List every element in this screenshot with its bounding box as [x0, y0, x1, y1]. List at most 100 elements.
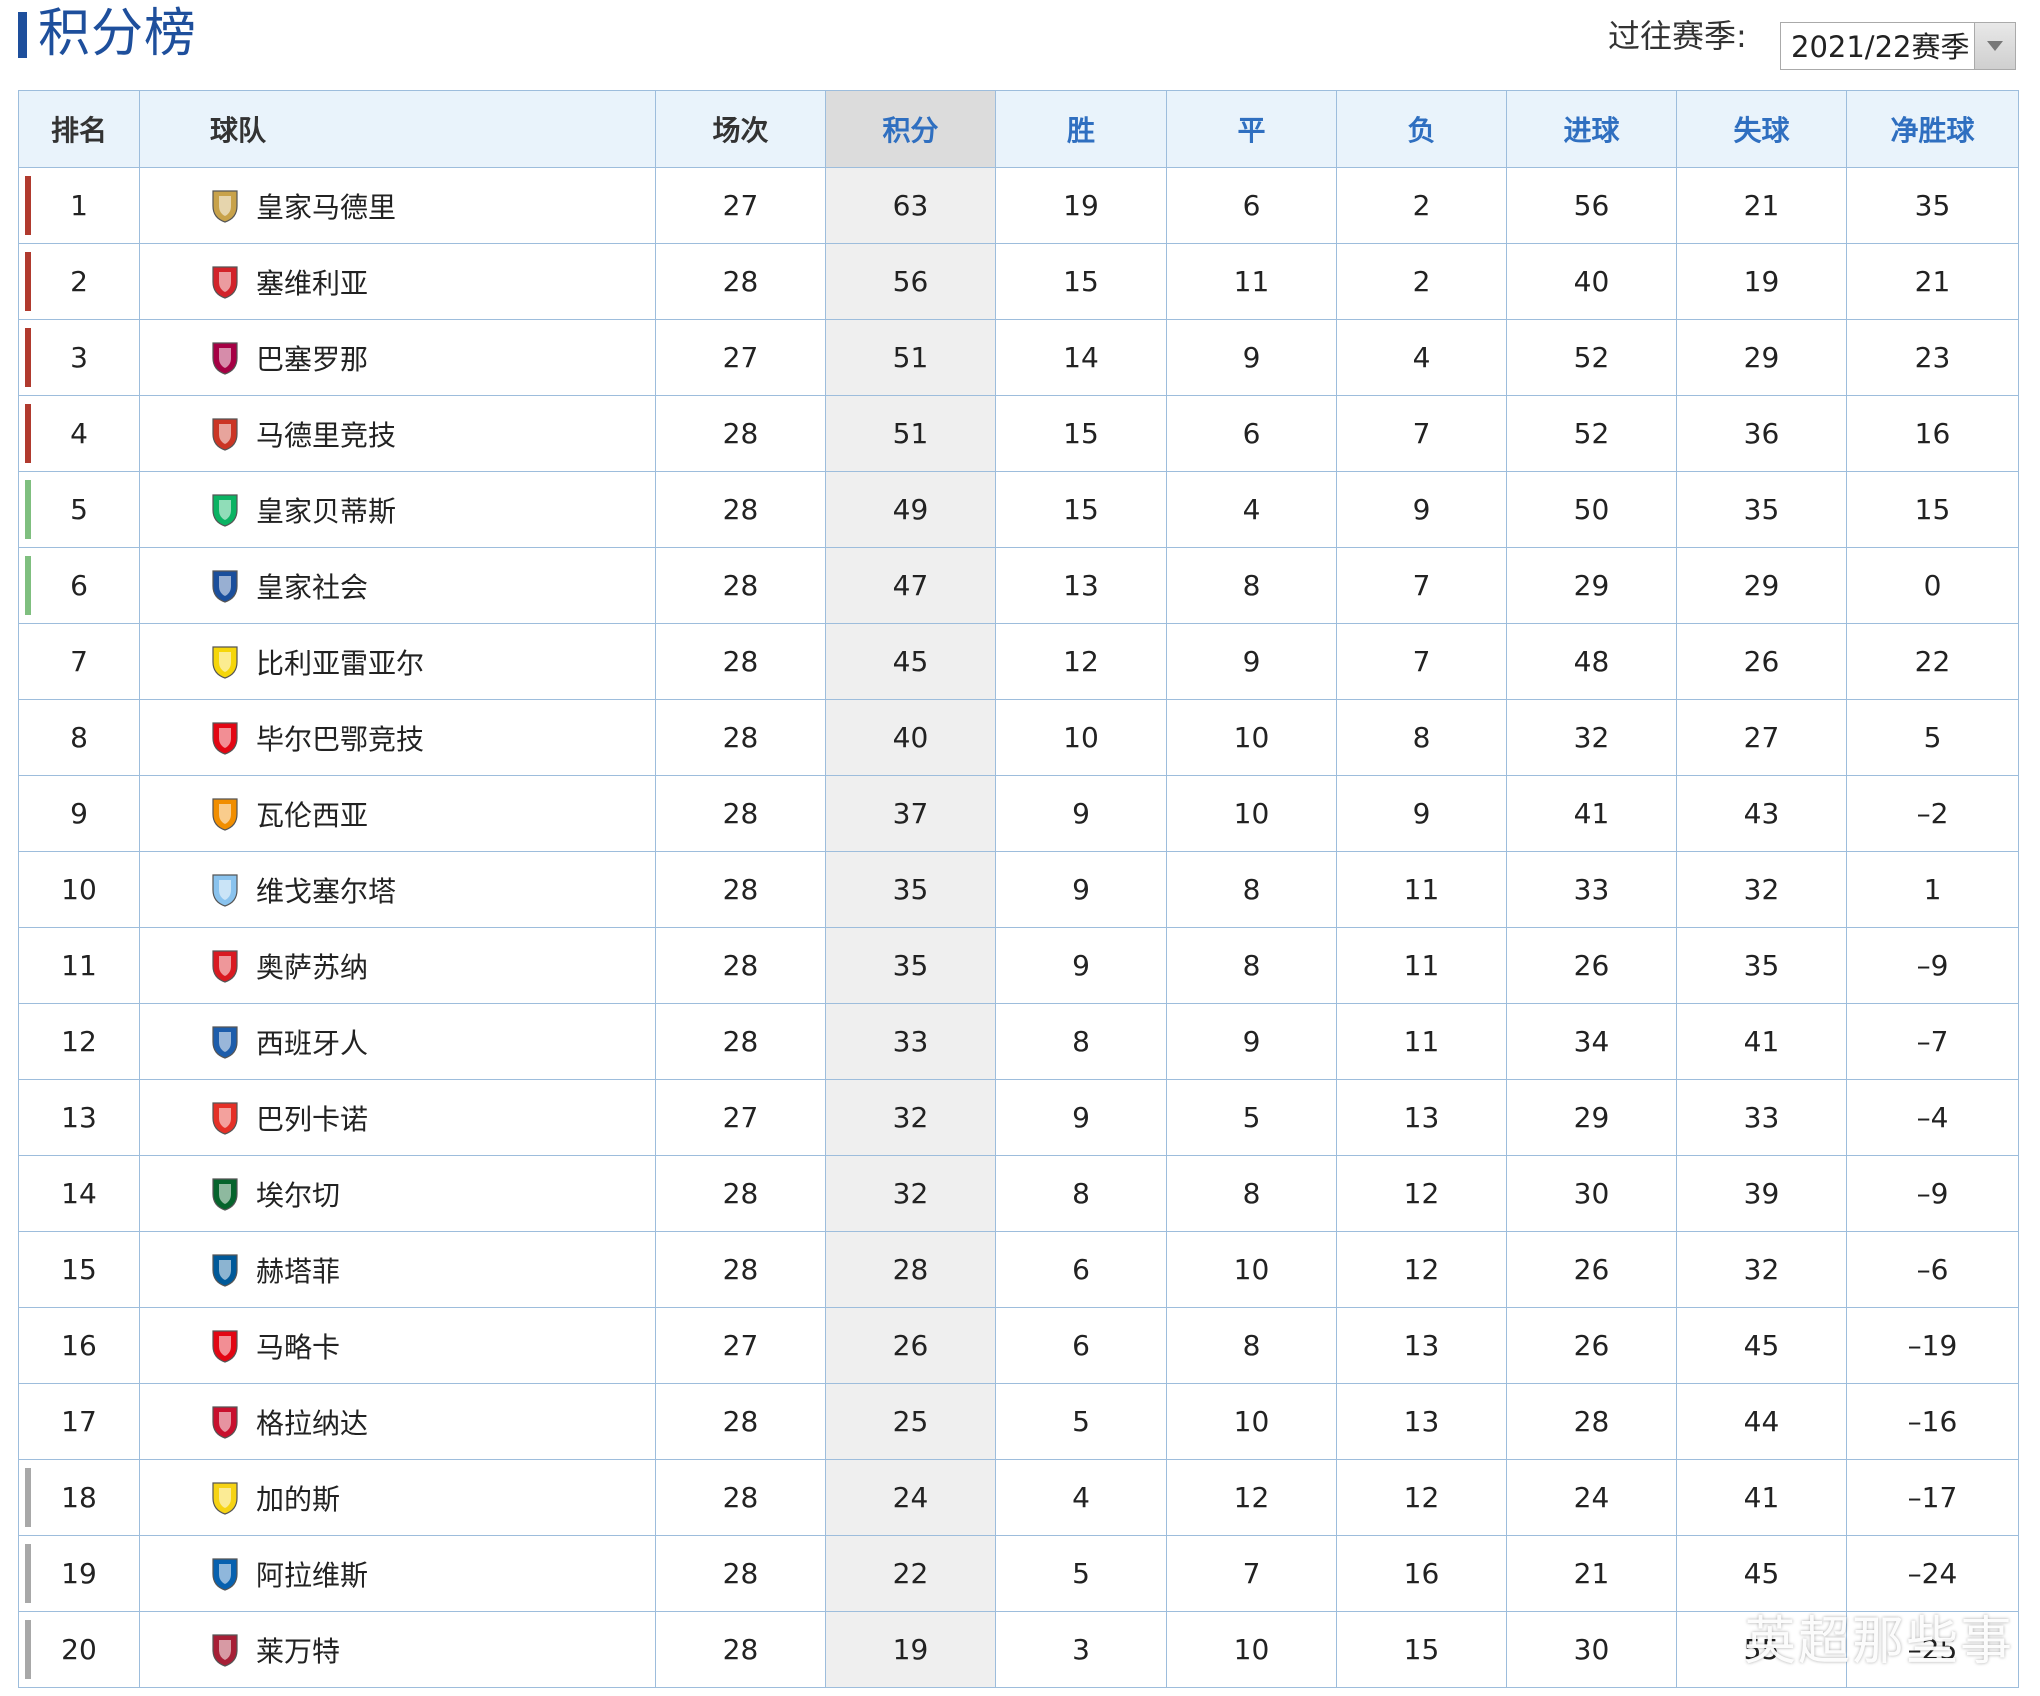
- goal-difference-cell: 1: [1846, 851, 2019, 928]
- season-dropdown-button[interactable]: [1974, 23, 2015, 69]
- rank-value: 15: [61, 1253, 97, 1286]
- won-cell: 9: [995, 1079, 1167, 1156]
- lost-cell: 13: [1336, 1383, 1507, 1460]
- col-header-won[interactable]: 胜: [995, 90, 1167, 168]
- col-header-goal-difference[interactable]: 净胜球: [1846, 90, 2019, 168]
- zone-indicator-europa: [25, 556, 31, 615]
- team-name[interactable]: 西班牙人: [256, 1022, 368, 1062]
- team-name[interactable]: 马略卡: [256, 1326, 340, 1366]
- team-cell[interactable]: 马略卡: [139, 1307, 656, 1384]
- points-cell: 25: [825, 1383, 996, 1460]
- team-name[interactable]: 加的斯: [256, 1478, 340, 1518]
- team-name[interactable]: 毕尔巴鄂竞技: [256, 718, 424, 758]
- team-name[interactable]: 皇家社会: [256, 566, 368, 606]
- col-header-rank[interactable]: 排名: [18, 90, 140, 168]
- points-cell: 40: [825, 699, 996, 776]
- table-row[interactable]: 10 维戈塞尔塔 28 35 9 8 11 33 32 1: [18, 851, 2019, 928]
- season-select[interactable]: 2021/22赛季: [1780, 22, 2016, 70]
- table-row[interactable]: 9 瓦伦西亚 28 37 9 10 9 41 43 –2: [18, 775, 2019, 852]
- col-header-drawn[interactable]: 平: [1166, 90, 1337, 168]
- team-cell[interactable]: 维戈塞尔塔: [139, 851, 656, 928]
- table-row[interactable]: 13 巴列卡诺 27 32 9 5 13 29 33 –4: [18, 1079, 2019, 1156]
- goals-for-cell: 34: [1506, 1003, 1677, 1080]
- mallorca-badge-icon: [212, 1329, 238, 1363]
- team-cell[interactable]: 阿拉维斯: [139, 1535, 656, 1612]
- goals-for-cell: 24: [1506, 1459, 1677, 1536]
- team-name[interactable]: 皇家贝蒂斯: [256, 490, 396, 530]
- team-name[interactable]: 赫塔菲: [256, 1250, 340, 1290]
- team-name[interactable]: 塞维利亚: [256, 262, 368, 302]
- team-cell[interactable]: 加的斯: [139, 1459, 656, 1536]
- team-cell[interactable]: 巴列卡诺: [139, 1079, 656, 1156]
- col-header-team[interactable]: 球队: [139, 90, 656, 168]
- played-cell: 28: [655, 851, 826, 928]
- table-row[interactable]: 18 加的斯 28 24 4 12 12 24 41 –17: [18, 1459, 2019, 1536]
- rank-cell: 8: [18, 699, 140, 776]
- goals-against-cell: 41: [1676, 1003, 1847, 1080]
- played-cell: 28: [655, 547, 826, 624]
- team-cell[interactable]: 毕尔巴鄂竞技: [139, 699, 656, 776]
- points-cell: 56: [825, 243, 996, 320]
- goals-against-cell: 43: [1676, 775, 1847, 852]
- won-cell: 9: [995, 851, 1167, 928]
- team-name[interactable]: 埃尔切: [256, 1174, 340, 1214]
- table-row[interactable]: 15 赫塔菲 28 28 6 10 12 26 32 –6: [18, 1231, 2019, 1308]
- col-header-goals-against[interactable]: 失球: [1676, 90, 1847, 168]
- team-cell[interactable]: 马德里竞技: [139, 395, 656, 472]
- team-name[interactable]: 阿拉维斯: [256, 1554, 368, 1594]
- team-cell[interactable]: 巴塞罗那: [139, 319, 656, 396]
- table-row[interactable]: 5 皇家贝蒂斯 28 49 15 4 9 50 35 15: [18, 471, 2019, 548]
- table-row[interactable]: 8 毕尔巴鄂竞技 28 40 10 10 8 32 27 5: [18, 699, 2019, 776]
- rank-cell: 18: [18, 1459, 140, 1536]
- team-name[interactable]: 维戈塞尔塔: [256, 870, 396, 910]
- team-cell[interactable]: 皇家贝蒂斯: [139, 471, 656, 548]
- zone-indicator-europa: [25, 480, 31, 539]
- team-cell[interactable]: 西班牙人: [139, 1003, 656, 1080]
- team-name[interactable]: 比利亚雷亚尔: [256, 642, 424, 682]
- table-row[interactable]: 14 埃尔切 28 32 8 8 12 30 39 –9: [18, 1155, 2019, 1232]
- elche-badge-icon: [212, 1177, 238, 1211]
- team-cell[interactable]: 奥萨苏纳: [139, 927, 656, 1004]
- team-cell[interactable]: 赫塔菲: [139, 1231, 656, 1308]
- col-header-goals-for[interactable]: 进球: [1506, 90, 1677, 168]
- team-cell[interactable]: 莱万特: [139, 1611, 656, 1688]
- col-header-played[interactable]: 场次: [655, 90, 826, 168]
- season-select-value: 2021/22赛季: [1791, 30, 1970, 64]
- team-cell[interactable]: 格拉纳达: [139, 1383, 656, 1460]
- table-row[interactable]: 6 皇家社会 28 47 13 8 7 29 29 0: [18, 547, 2019, 624]
- table-row[interactable]: 20 莱万特 28 19 3 10 15 30 55 –25: [18, 1611, 2019, 1688]
- team-name[interactable]: 格拉纳达: [256, 1402, 368, 1442]
- team-name[interactable]: 巴塞罗那: [256, 338, 368, 378]
- zone-indicator-champions: [25, 252, 31, 311]
- team-cell[interactable]: 塞维利亚: [139, 243, 656, 320]
- table-row[interactable]: 7 比利亚雷亚尔 28 45 12 9 7 48 26 22: [18, 623, 2019, 700]
- team-cell[interactable]: 埃尔切: [139, 1155, 656, 1232]
- table-row[interactable]: 4 马德里竞技 28 51 15 6 7 52 36 16: [18, 395, 2019, 472]
- team-name[interactable]: 马德里竞技: [256, 414, 396, 454]
- team-name[interactable]: 瓦伦西亚: [256, 794, 368, 834]
- won-cell: 4: [995, 1459, 1167, 1536]
- table-row[interactable]: 16 马略卡 27 26 6 8 13 26 45 –19: [18, 1307, 2019, 1384]
- played-cell: 28: [655, 243, 826, 320]
- team-name[interactable]: 巴列卡诺: [256, 1098, 368, 1138]
- table-row[interactable]: 19 阿拉维斯 28 22 5 7 16 21 45 –24: [18, 1535, 2019, 1612]
- team-cell[interactable]: 瓦伦西亚: [139, 775, 656, 852]
- col-header-lost[interactable]: 负: [1336, 90, 1507, 168]
- team-name[interactable]: 奥萨苏纳: [256, 946, 368, 986]
- table-row[interactable]: 11 奥萨苏纳 28 35 9 8 11 26 35 –9: [18, 927, 2019, 1004]
- table-row[interactable]: 2 塞维利亚 28 56 15 11 2 40 19 21: [18, 243, 2019, 320]
- table-row[interactable]: 17 格拉纳达 28 25 5 10 13 28 44 –16: [18, 1383, 2019, 1460]
- goals-for-cell: 30: [1506, 1155, 1677, 1232]
- team-cell[interactable]: 比利亚雷亚尔: [139, 623, 656, 700]
- table-row[interactable]: 12 西班牙人 28 33 8 9 11 34 41 –7: [18, 1003, 2019, 1080]
- won-cell: 5: [995, 1535, 1167, 1612]
- won-cell: 15: [995, 243, 1167, 320]
- team-cell[interactable]: 皇家马德里: [139, 167, 656, 244]
- drawn-cell: 6: [1166, 395, 1337, 472]
- table-row[interactable]: 1 皇家马德里 27 63 19 6 2 56 21 35: [18, 167, 2019, 244]
- team-name[interactable]: 皇家马德里: [256, 186, 396, 226]
- team-cell[interactable]: 皇家社会: [139, 547, 656, 624]
- col-header-points[interactable]: 积分: [825, 90, 996, 168]
- table-row[interactable]: 3 巴塞罗那 27 51 14 9 4 52 29 23: [18, 319, 2019, 396]
- team-name[interactable]: 莱万特: [256, 1630, 340, 1670]
